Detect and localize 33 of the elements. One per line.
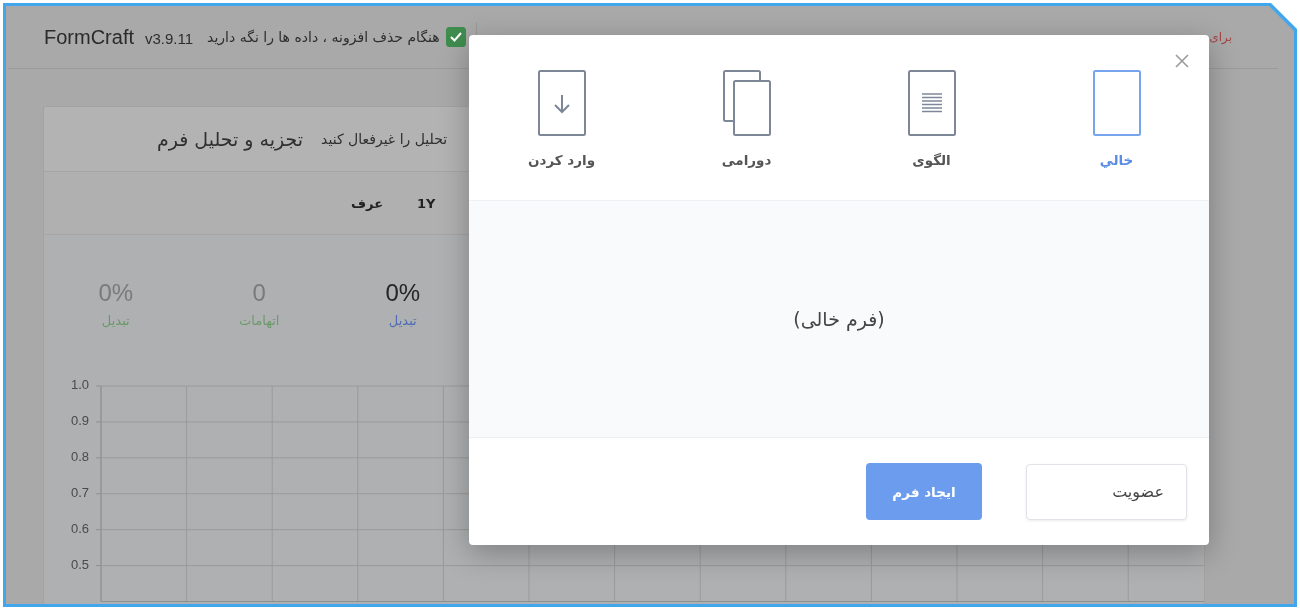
checkbox[interactable] <box>445 27 466 47</box>
y-axis-label: 1.0 <box>70 377 89 393</box>
form-type-option[interactable]: وارد کردن <box>469 35 654 200</box>
lined-page-icon <box>907 70 956 136</box>
form-type-option[interactable]: دورامی <box>654 35 839 200</box>
form-type-option[interactable]: الگوی <box>839 35 1024 200</box>
preview-text: (فرم خالی) <box>793 308 885 330</box>
stacked-pages-icon <box>722 70 771 136</box>
form-name-field[interactable]: عضویت <box>1026 463 1187 520</box>
stat-label: تبدیل <box>388 312 417 330</box>
range-tab[interactable]: 1Y <box>417 195 436 211</box>
y-axis-label: 0.8 <box>70 449 89 465</box>
checkbox-label: هنگام حذف افزونه ، داده ها را نگه دارید <box>207 29 440 45</box>
stat-label: اتهامات <box>239 312 280 330</box>
logo-text: FormCraft <box>44 25 134 49</box>
checkmark-icon <box>449 32 462 42</box>
stat-value: 0 <box>252 279 266 307</box>
blank-page-icon <box>1092 70 1141 136</box>
notice-text: برای <box>1209 30 1232 44</box>
stat-value: 0% <box>98 279 134 307</box>
version-text: v3.9.11 <box>145 30 194 47</box>
stat-label: تبدیل <box>101 312 130 330</box>
arrow-page-icon <box>537 70 586 136</box>
disable-analytics-link[interactable]: تحلیل را غیرفعال کنید <box>321 131 448 147</box>
y-axis-label: 0.7 <box>70 485 89 501</box>
y-axis-label: 0.5 <box>70 557 89 572</box>
stat-value: 0% <box>385 279 421 307</box>
y-axis-label: 0.9 <box>70 413 89 429</box>
range-tab[interactable]: عرف <box>351 195 384 211</box>
y-axis-label: 0.6 <box>70 521 89 537</box>
close-icon <box>1174 53 1190 69</box>
card-title: تجزیه و تحلیل فرم <box>157 128 304 150</box>
close-button[interactable] <box>1174 53 1190 69</box>
